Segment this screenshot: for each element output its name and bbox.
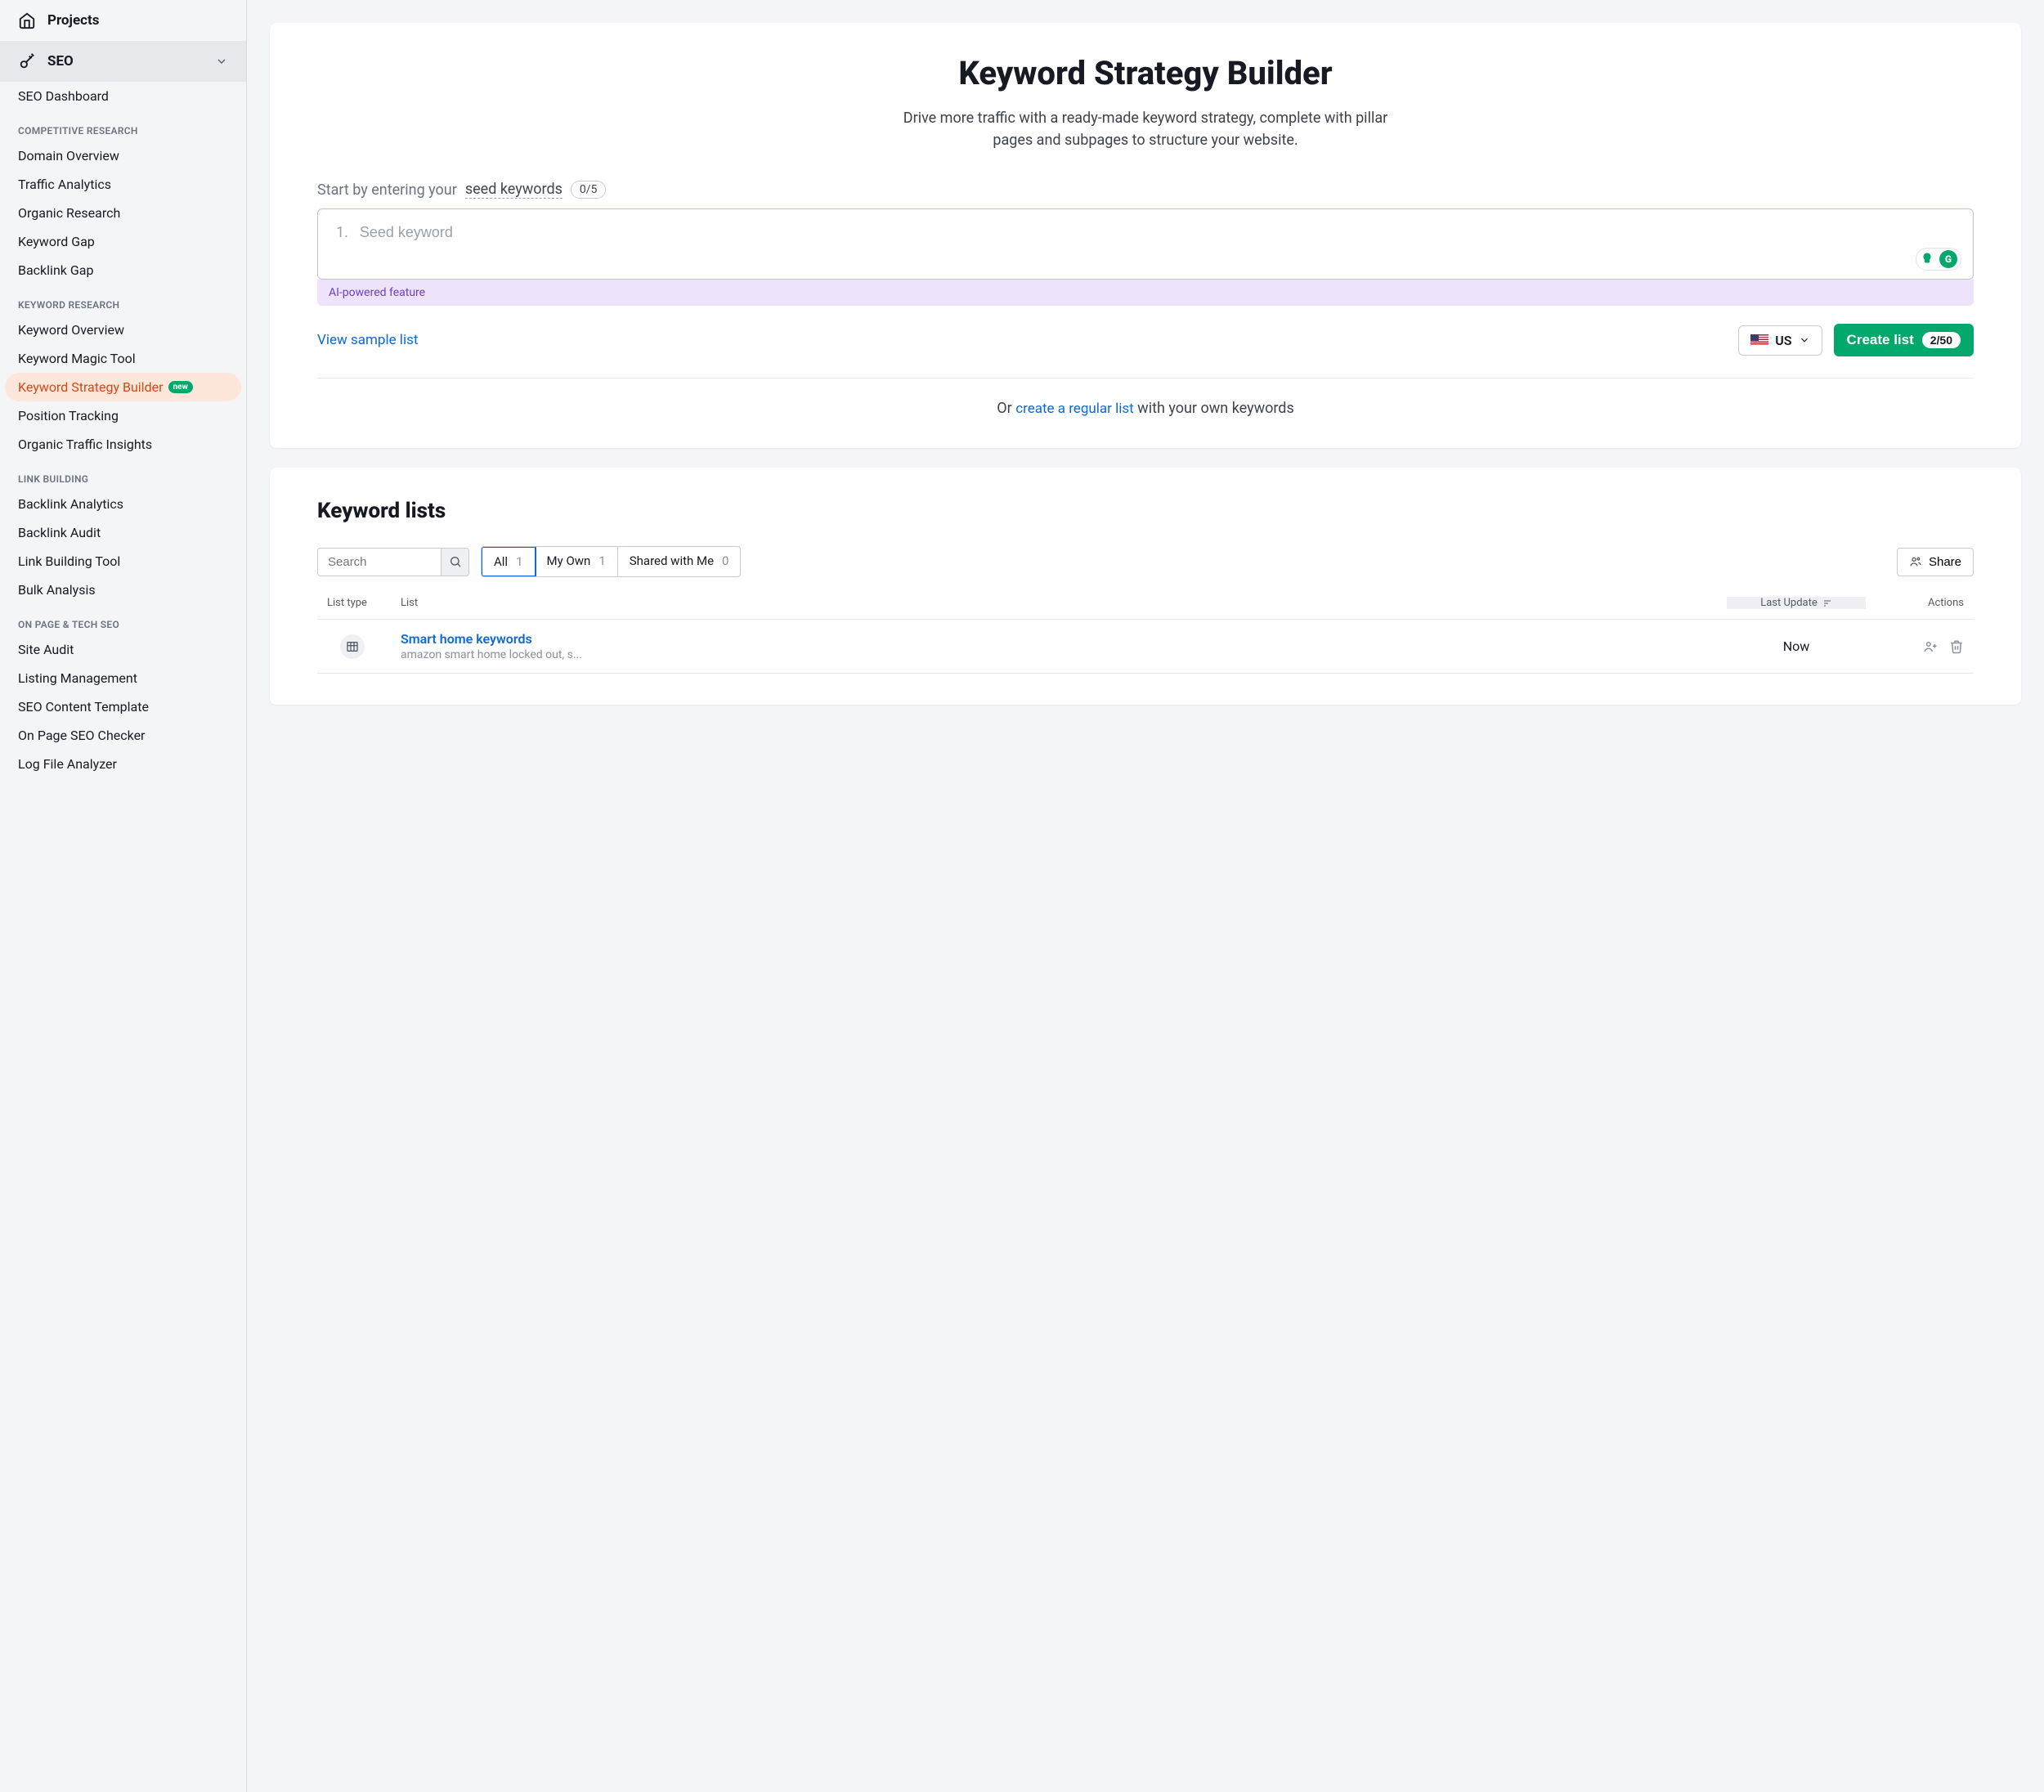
search-wrapper — [317, 548, 469, 576]
sidebar-item-log-file-analyzer[interactable]: Log File Analyzer — [0, 750, 246, 778]
list-subtext: amazon smart home locked out, s... — [401, 648, 1727, 661]
main-content: Keyword Strategy Builder Drive more traf… — [247, 0, 2044, 1792]
ai-feature-note: AI-powered feature — [317, 280, 1974, 306]
share-button[interactable]: Share — [1897, 548, 1974, 576]
people-icon — [1909, 555, 1922, 568]
sidebar-cat-competitive: COMPETITIVE RESEARCH — [0, 110, 246, 141]
search-icon — [449, 555, 462, 568]
or-line: Or create a regular list with your own k… — [317, 400, 1974, 417]
sidebar-item-bulk-analysis[interactable]: Bulk Analysis — [0, 576, 246, 604]
seed-number: 1. — [336, 224, 348, 241]
sidebar-item-link-building-tool[interactable]: Link Building Tool — [0, 547, 246, 576]
seed-input-wrapper: 1. G AI-powered feature — [317, 208, 1974, 306]
sidebar-cat-link: LINK BUILDING — [0, 459, 246, 490]
sort-desc-icon — [1822, 598, 1832, 608]
create-regular-list-link[interactable]: create a regular list — [1015, 401, 1134, 417]
sidebar-item-seo-dashboard[interactable]: SEO Dashboard — [0, 82, 246, 110]
create-list-button[interactable]: Create list 2/50 — [1834, 324, 1974, 356]
page-subtitle: Drive more traffic with a ready-made key… — [884, 107, 1407, 151]
sidebar-item-site-audit[interactable]: Site Audit — [0, 635, 246, 664]
sidebar-projects-label: Projects — [47, 12, 99, 29]
th-last-update[interactable]: Last Update — [1727, 597, 1866, 609]
divider — [317, 378, 1974, 379]
lists-search-input[interactable] — [318, 549, 441, 576]
create-list-count: 2/50 — [1922, 332, 1961, 348]
lists-table: List type List Last Update Actions — [317, 587, 1974, 674]
sidebar-item-backlink-audit[interactable]: Backlink Audit — [0, 518, 246, 547]
country-selector[interactable]: US — [1738, 325, 1822, 356]
list-last-update: Now — [1727, 638, 1866, 654]
lists-tabs: All1 My Own1 Shared with Me0 — [481, 546, 741, 577]
sidebar-projects[interactable]: Projects — [0, 0, 246, 41]
seed-keywords-hint[interactable]: seed keywords — [465, 181, 563, 199]
sidebar-cat-keyword: KEYWORD RESEARCH — [0, 284, 246, 316]
list-type-icon — [340, 634, 365, 659]
tab-all[interactable]: All1 — [481, 546, 536, 577]
create-list-label: Create list — [1847, 332, 1914, 348]
builder-card: Keyword Strategy Builder Drive more traf… — [270, 23, 2021, 448]
target-key-icon — [18, 52, 36, 70]
flag-us-icon — [1750, 334, 1768, 346]
sidebar-item-listing-management[interactable]: Listing Management — [0, 664, 246, 692]
grammarly-widget[interactable]: G — [1916, 248, 1961, 271]
th-list: List — [401, 597, 1727, 609]
sidebar-item-traffic-analytics[interactable]: Traffic Analytics — [0, 170, 246, 199]
sidebar-item-position-tracking[interactable]: Position Tracking — [0, 401, 246, 430]
sidebar-section-label: SEO — [47, 53, 74, 69]
sidebar-cat-onpage: ON PAGE & TECH SEO — [0, 604, 246, 635]
seed-keyword-input[interactable] — [360, 224, 1955, 241]
add-user-icon[interactable] — [1923, 639, 1938, 654]
seed-label-pre: Start by entering your — [317, 181, 457, 199]
table-row: Smart home keywords amazon smart home lo… — [317, 620, 1974, 674]
th-list-type: List type — [327, 597, 401, 609]
sidebar-item-keyword-gap[interactable]: Keyword Gap — [0, 227, 246, 256]
keyword-lists-card: Keyword lists All1 My Own1 — [270, 468, 2021, 705]
sidebar-section-seo[interactable]: SEO — [0, 41, 246, 82]
list-name-link[interactable]: Smart home keywords — [401, 631, 1727, 647]
seed-label-row: Start by entering your seed keywords 0/5 — [317, 181, 1974, 199]
tab-shared-with-me[interactable]: Shared with Me0 — [618, 547, 741, 576]
sidebar-item-backlink-gap[interactable]: Backlink Gap — [0, 256, 246, 284]
country-code: US — [1775, 333, 1791, 348]
lists-title: Keyword lists — [317, 499, 1974, 523]
chevron-down-icon — [215, 55, 228, 68]
seed-count-pill: 0/5 — [571, 181, 607, 199]
home-icon — [18, 11, 36, 29]
sidebar-item-keyword-strategy-builder[interactable]: Keyword Strategy Builder new — [5, 373, 241, 401]
tab-my-own[interactable]: My Own1 — [536, 547, 618, 576]
page-title: Keyword Strategy Builder — [317, 54, 1974, 92]
sidebar-item-organic-traffic-insights[interactable]: Organic Traffic Insights — [0, 430, 246, 459]
chevron-down-icon — [1799, 334, 1810, 346]
trash-icon[interactable] — [1949, 639, 1964, 654]
th-actions: Actions — [1866, 597, 1964, 609]
sidebar-item-seo-content-template[interactable]: SEO Content Template — [0, 692, 246, 721]
lists-search-button[interactable] — [441, 549, 468, 576]
lists-filter-row: All1 My Own1 Shared with Me0 Share — [317, 546, 1974, 577]
sidebar: Projects SEO SEO Dashboard COMPETITIVE R… — [0, 0, 247, 1792]
seed-input-box[interactable]: 1. G — [317, 208, 1974, 280]
bulb-icon — [1920, 252, 1934, 267]
grammarly-icon: G — [1939, 250, 1957, 268]
sidebar-item-onpage-seo-checker[interactable]: On Page SEO Checker — [0, 721, 246, 750]
sidebar-item-domain-overview[interactable]: Domain Overview — [0, 141, 246, 170]
sidebar-item-backlink-analytics[interactable]: Backlink Analytics — [0, 490, 246, 518]
sidebar-item-keyword-overview[interactable]: Keyword Overview — [0, 316, 246, 344]
badge-new: new — [168, 381, 193, 393]
sidebar-item-keyword-magic[interactable]: Keyword Magic Tool — [0, 344, 246, 373]
sidebar-item-organic-research[interactable]: Organic Research — [0, 199, 246, 227]
row-actions — [1866, 639, 1964, 654]
view-sample-list-link[interactable]: View sample list — [317, 332, 418, 348]
table-header: List type List Last Update Actions — [317, 587, 1974, 620]
builder-actions: View sample list US Create list 2/50 — [317, 324, 1974, 356]
list-cell: Smart home keywords amazon smart home lo… — [401, 631, 1727, 661]
